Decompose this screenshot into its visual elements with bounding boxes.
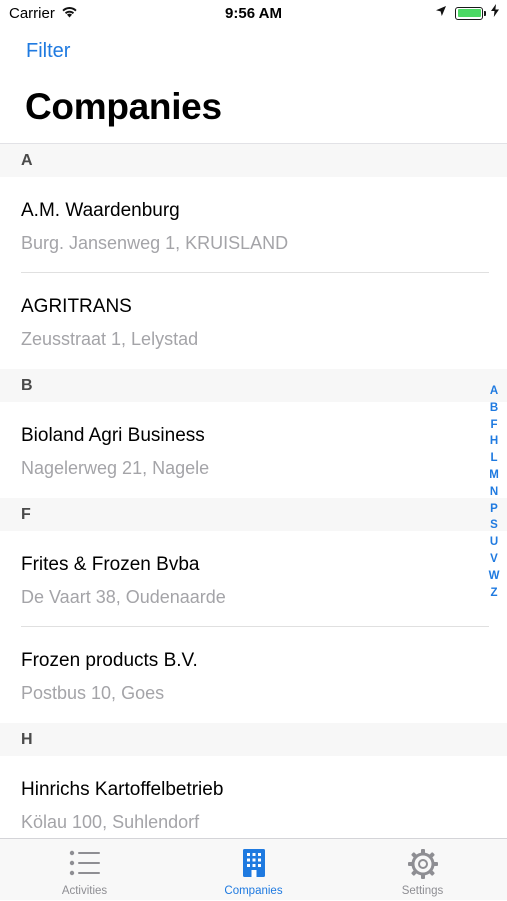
index-letter-z[interactable]: Z bbox=[490, 585, 497, 602]
company-address: Postbus 10, Goes bbox=[21, 683, 165, 703]
index-letter-l[interactable]: L bbox=[490, 450, 497, 467]
company-name: Hinrichs Kartoffelbetrieb bbox=[21, 779, 224, 800]
status-bar: Carrier 9:56 AM bbox=[0, 0, 507, 28]
status-time: 9:56 AM bbox=[225, 5, 282, 22]
gear-icon bbox=[338, 848, 507, 880]
battery-cap bbox=[484, 10, 486, 16]
index-letter-f[interactable]: F bbox=[490, 417, 497, 434]
company-row[interactable]: A.M. Waardenburg Burg. Jansenweg 1, KRUI… bbox=[0, 177, 507, 273]
page-title: Companies bbox=[25, 86, 222, 127]
battery-icon bbox=[455, 6, 486, 20]
index-letter-n[interactable]: N bbox=[490, 484, 498, 501]
tab-companies[interactable]: Companies bbox=[169, 839, 338, 901]
company-address: Zeusstraat 1, Lelystad bbox=[21, 329, 199, 349]
section-header-f: F bbox=[0, 498, 507, 531]
company-name: A.M. Waardenburg bbox=[21, 200, 180, 221]
company-row[interactable]: AGRITRANS Zeusstraat 1, Lelystad bbox=[0, 273, 507, 369]
company-row[interactable]: Bioland Agri Business Nagelerweg 21, Nag… bbox=[0, 402, 507, 498]
tab-activities[interactable]: Activities bbox=[0, 839, 169, 901]
filter-button[interactable]: Filter bbox=[26, 40, 70, 63]
company-row[interactable]: Frozen products B.V. Postbus 10, Goes bbox=[0, 627, 507, 723]
company-address: Burg. Jansenweg 1, KRUISLAND bbox=[21, 233, 289, 253]
index-letter-u[interactable]: U bbox=[490, 534, 498, 551]
list-icon bbox=[0, 848, 169, 878]
company-list[interactable]: A A.M. Waardenburg Burg. Jansenweg 1, KR… bbox=[0, 143, 507, 852]
company-name: AGRITRANS bbox=[21, 296, 132, 317]
index-letter-s[interactable]: S bbox=[490, 517, 498, 534]
index-letter-p[interactable]: P bbox=[490, 501, 498, 518]
building-icon bbox=[169, 848, 338, 878]
index-letter-w[interactable]: W bbox=[489, 568, 500, 585]
status-right bbox=[435, 4, 499, 22]
location-arrow-icon bbox=[435, 4, 447, 22]
index-letter-h[interactable]: H bbox=[490, 433, 498, 450]
tab-bar: Activities Companies Settings bbox=[0, 838, 507, 900]
section-index[interactable]: A B F H L M N P S U V W Z bbox=[487, 383, 501, 601]
charging-bolt-icon bbox=[491, 4, 499, 22]
company-address: Kölau 100, Suhlendorf bbox=[21, 812, 200, 832]
index-letter-b[interactable]: B bbox=[490, 400, 498, 417]
tab-activities-label: Activities bbox=[61, 885, 108, 897]
company-address: De Vaart 38, Oudenaarde bbox=[21, 587, 226, 607]
section-header-b: B bbox=[0, 369, 507, 402]
index-letter-v[interactable]: V bbox=[490, 551, 498, 568]
battery-level bbox=[457, 9, 481, 17]
tab-companies-label: Companies bbox=[224, 885, 283, 897]
index-letter-m[interactable]: M bbox=[489, 467, 499, 484]
company-name: Frozen products B.V. bbox=[21, 650, 198, 671]
company-name: Frites & Frozen Bvba bbox=[21, 554, 200, 575]
index-letter-a[interactable]: A bbox=[490, 383, 498, 400]
section-header-h: H bbox=[0, 723, 507, 756]
tab-settings[interactable]: Settings bbox=[338, 839, 507, 901]
tab-settings-label: Settings bbox=[401, 885, 444, 897]
company-row[interactable]: Frites & Frozen Bvba De Vaart 38, Oudena… bbox=[0, 531, 507, 627]
company-name: Bioland Agri Business bbox=[21, 425, 205, 446]
company-address: Nagelerweg 21, Nagele bbox=[21, 458, 210, 478]
section-header-a: A bbox=[0, 144, 507, 177]
